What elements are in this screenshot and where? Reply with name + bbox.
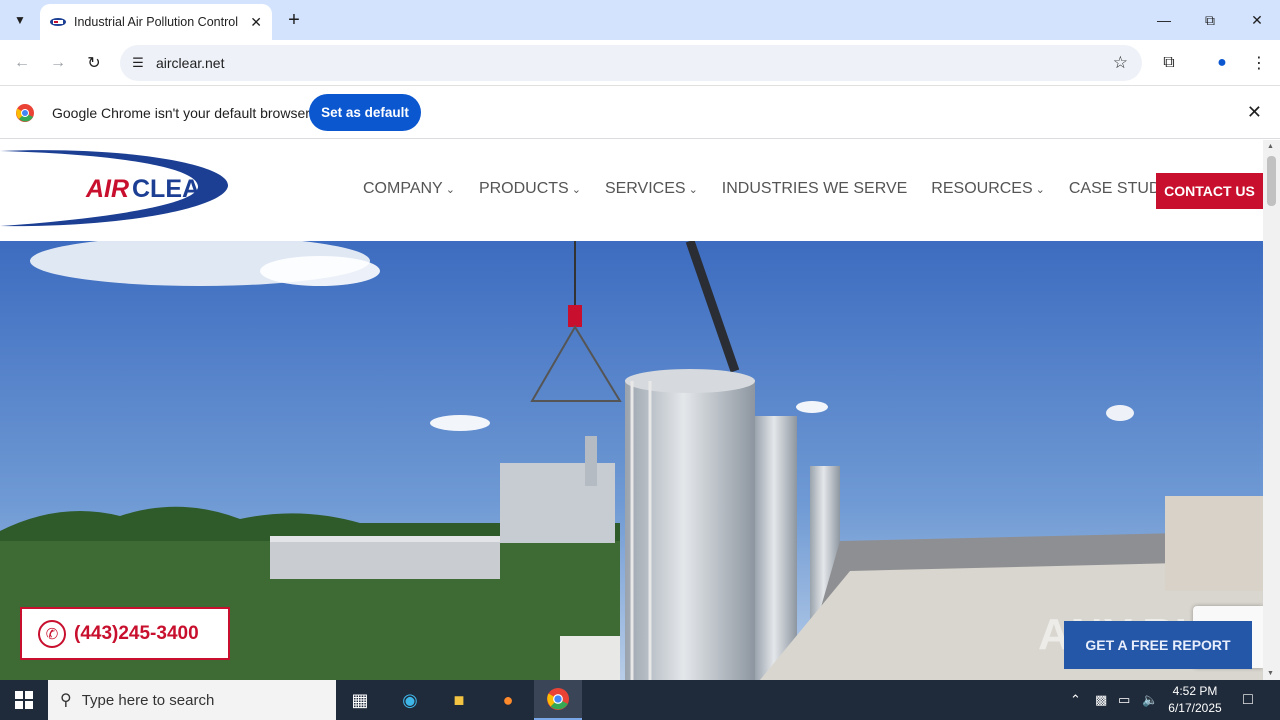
windows-taskbar: ⚲ Type here to search ▦ ◉ ■ ● ⌃ ▩ ▭ 🔈 4:… <box>0 680 1280 720</box>
nav-label: INDUSTRIES WE SERVE <box>721 180 908 197</box>
nav-products[interactable]: PRODUCTS ⌄ <box>479 180 581 198</box>
logo-text-clear: CLEAR <box>132 175 218 203</box>
nav-label: SERVICES <box>604 180 686 197</box>
search-icon: ⚲ <box>60 692 72 709</box>
nav-label: RESOURCES <box>931 180 1033 197</box>
page-viewport: AIR CLEAR COMPANY ⌄ PRODUCTS ⌄ SERVICES ⌄ I… <box>0 140 1263 680</box>
phone-icon: ✆ <box>38 619 66 648</box>
back-button[interactable]: ← <box>8 49 36 77</box>
reload-button[interactable]: ↻ <box>80 49 108 77</box>
network-icon[interactable]: ▩ <box>1095 680 1107 720</box>
logo-text-air: AIR <box>85 175 129 203</box>
restore-button[interactable]: ⧉ <box>1187 0 1233 40</box>
chevron-down-icon: ▼ <box>14 13 26 27</box>
browser-toolbar: ← → ↻ ☰ airclear.net ☆ ⧉ ● ⋮ <box>0 40 1280 86</box>
chrome-logo-icon <box>16 104 34 122</box>
volume-icon[interactable]: 🔈 <box>1142 680 1158 720</box>
taskbar-search[interactable]: ⚲ Type here to search <box>48 680 336 720</box>
nav-industries[interactable]: INDUSTRIES WE SERVE <box>722 180 908 198</box>
airclear-logo[interactable]: AIR CLEAR <box>0 148 232 228</box>
main-nav: COMPANY ⌄ PRODUCTS ⌄ SERVICES ⌄ INDUSTRIES … <box>363 180 1210 198</box>
start-button[interactable] <box>0 680 48 720</box>
bookmark-star-icon[interactable]: ☆ <box>1113 53 1128 73</box>
tab-strip: ▼ Industrial Air Pollution Control ✕ + —… <box>0 0 1280 40</box>
chrome-taskbar-icon[interactable] <box>534 680 582 720</box>
menu-icon[interactable]: ⋮ <box>1245 49 1273 77</box>
file-explorer-icon[interactable]: ■ <box>435 680 483 720</box>
forward-button[interactable]: → <box>44 49 72 77</box>
nav-label: PRODUCTS <box>478 180 569 197</box>
url-text: airclear.net <box>156 55 225 71</box>
extensions-icon[interactable]: ⧉ <box>1155 49 1183 77</box>
minimize-button[interactable]: — <box>1141 0 1187 40</box>
contact-us-button[interactable]: CONTACT US <box>1156 173 1263 209</box>
browser-tab-active[interactable]: Industrial Air Pollution Control ✕ <box>40 4 272 40</box>
scrollbar-thumb[interactable] <box>1267 156 1276 206</box>
nav-company[interactable]: COMPANY ⌄ <box>363 180 455 198</box>
phone-callout[interactable]: ✆ (443)245-3400 <box>20 607 230 660</box>
taskbar-clock[interactable]: 4:52 PM 6/17/2025 <box>1162 683 1228 717</box>
phone-number: (443)245-3400 <box>74 622 199 644</box>
clock-date: 6/17/2025 <box>1168 701 1222 715</box>
windows-logo-icon <box>15 691 33 709</box>
infobar-message: Google Chrome isn't your default browser <box>52 105 310 121</box>
chevron-down-icon: ⌄ <box>571 183 581 196</box>
notification-icon[interactable]: □ <box>1236 680 1260 720</box>
infobar-close-icon[interactable]: ✕ <box>1247 102 1262 123</box>
search-placeholder: Type here to search <box>81 691 215 709</box>
get-free-report-button[interactable]: GET A FREE REPORT <box>1064 621 1252 669</box>
profile-icon[interactable]: ● <box>1208 49 1236 77</box>
default-browser-infobar: Google Chrome isn't your default browser… <box>0 87 1280 139</box>
nav-label: COMPANY <box>363 180 443 197</box>
tab-search-button[interactable]: ▼ <box>6 6 34 34</box>
task-view-icon[interactable]: ▦ <box>336 680 384 720</box>
set-as-default-button[interactable]: Set as default <box>309 94 421 131</box>
new-tab-button[interactable]: + <box>280 6 308 34</box>
chrome-logo-icon <box>547 688 569 710</box>
address-bar[interactable]: ☰ airclear.net ☆ <box>120 45 1142 81</box>
tab-close-icon[interactable]: ✕ <box>250 14 262 31</box>
chevron-down-icon: ⌄ <box>445 183 455 196</box>
nav-resources[interactable]: RESOURCES ⌄ <box>931 180 1045 198</box>
page-scrollbar[interactable]: ▲ ▼ <box>1263 140 1280 680</box>
site-favicon-icon <box>50 18 66 26</box>
edge-icon[interactable]: ◉ <box>386 680 434 720</box>
chevron-down-icon: ⌄ <box>1035 183 1045 196</box>
close-window-button[interactable]: ✕ <box>1234 0 1280 40</box>
display-icon[interactable]: ▭ <box>1118 680 1130 720</box>
firefox-icon[interactable]: ● <box>484 680 532 720</box>
scroll-up-icon[interactable]: ▲ <box>1267 143 1274 150</box>
tray-chevron-icon[interactable]: ⌃ <box>1070 680 1081 720</box>
tab-title: Industrial Air Pollution Control <box>74 15 238 29</box>
nav-services[interactable]: SERVICES ⌄ <box>605 180 698 198</box>
chevron-down-icon: ⌄ <box>688 183 698 196</box>
site-header: AIR CLEAR COMPANY ⌄ PRODUCTS ⌄ SERVICES ⌄ I… <box>0 140 1263 241</box>
scroll-down-icon[interactable]: ▼ <box>1267 670 1274 677</box>
clock-time: 4:52 PM <box>1172 684 1218 698</box>
site-settings-icon[interactable]: ☰ <box>120 55 156 71</box>
